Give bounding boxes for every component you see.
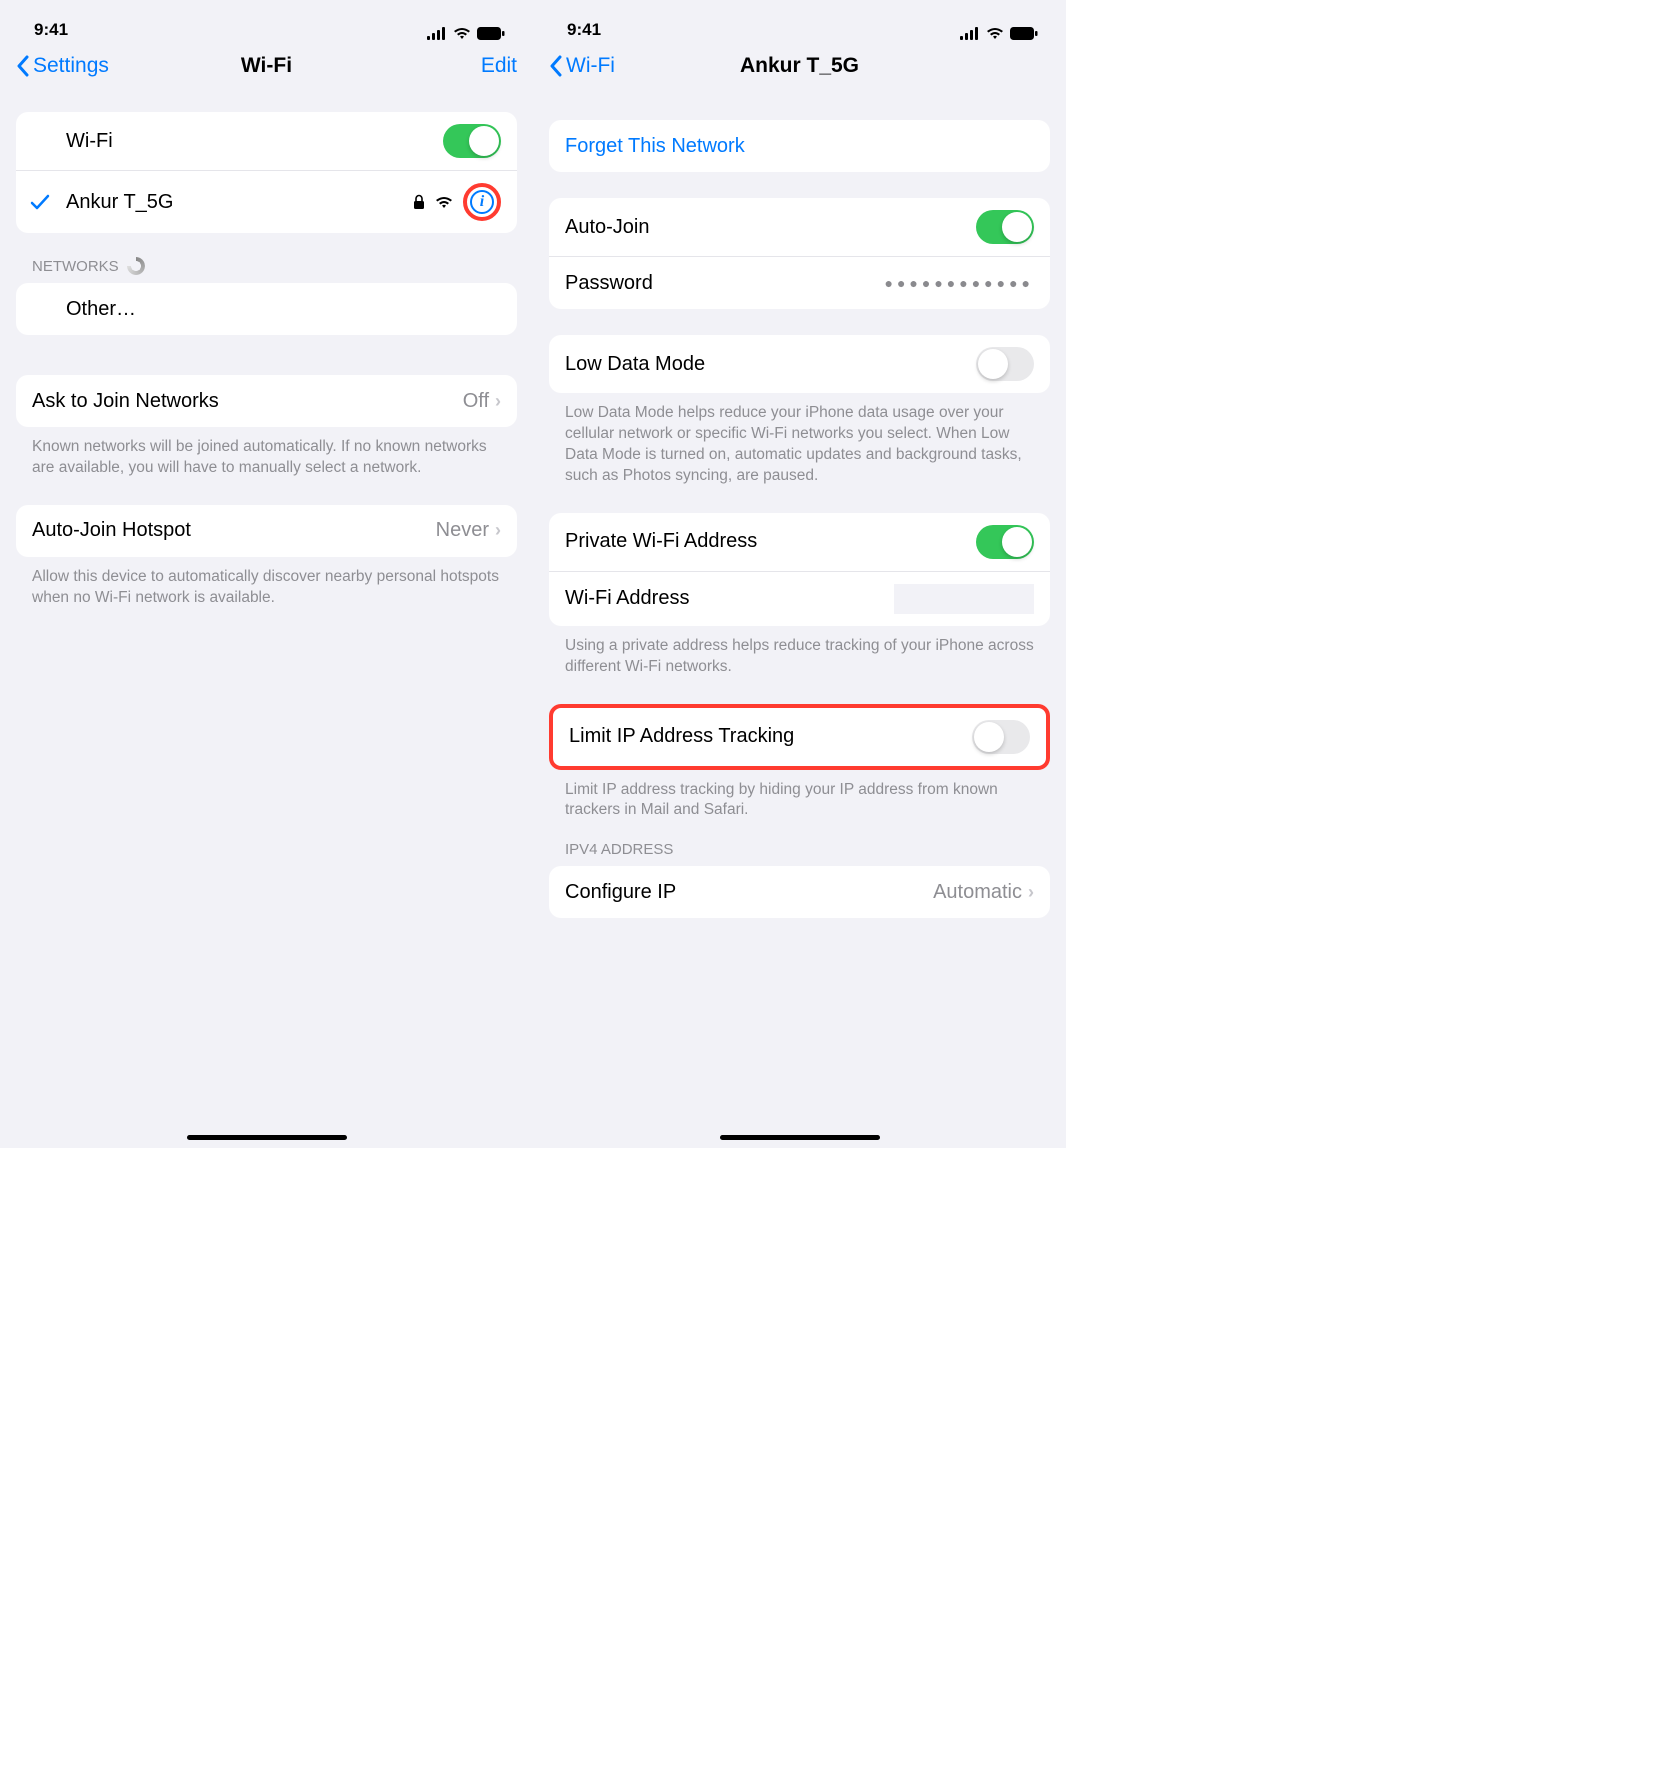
auto-join-label: Auto-Join [565,216,976,239]
private-addr-label: Private Wi-Fi Address [565,530,976,553]
hotspot-label: Auto-Join Hotspot [32,519,436,542]
wifi-addr-row: Wi-Fi Address [549,572,1050,626]
other-label: Other… [32,298,501,321]
wifi-label: Wi-Fi [32,130,443,153]
spinner-icon [127,257,145,275]
network-detail-screen: 9:41 Wi-Fi Ankur T_5G Forget This Networ… [533,0,1066,1148]
ask-join-row[interactable]: Ask to Join Networks Off › [16,375,517,427]
network-name: Ankur T_5G [66,191,413,214]
configure-ip-row[interactable]: Configure IP Automatic › [549,866,1050,918]
low-data-row[interactable]: Low Data Mode [549,335,1050,393]
status-time: 9:41 [567,20,601,40]
hotspot-row[interactable]: Auto-Join Hotspot Never › [16,505,517,557]
auto-join-row[interactable]: Auto-Join [549,198,1050,257]
back-button[interactable]: Wi-Fi [549,54,615,78]
home-indicator[interactable] [187,1135,347,1140]
forget-network-button[interactable]: Forget This Network [549,120,1050,172]
back-label: Wi-Fi [566,54,615,78]
private-addr-toggle[interactable] [976,525,1034,559]
back-label: Settings [33,54,109,78]
join-group: Auto-Join Password ●●●●●●●●●●●● [549,198,1050,309]
chevron-left-icon [16,55,29,77]
cellular-signal-icon [427,27,447,40]
networks-group: Other… [16,283,517,335]
low-data-toggle[interactable] [976,347,1034,381]
limit-ip-footer: Limit IP address tracking by hiding your… [549,770,1050,822]
wifi-signal-icon [435,196,453,209]
password-row[interactable]: Password ●●●●●●●●●●●● [549,257,1050,309]
limit-ip-row[interactable]: Limit IP Address Tracking [553,708,1046,766]
status-icons [427,27,505,40]
configure-ip-value: Automatic [933,881,1022,904]
wifi-icon [453,27,471,40]
chevron-right-icon: › [495,520,501,541]
lock-icon [413,194,425,210]
forget-group: Forget This Network [549,120,1050,172]
ask-join-label: Ask to Join Networks [32,390,463,413]
wifi-settings-screen: 9:41 Settings Wi-Fi Edit Wi-Fi Ankur T_5… [0,0,533,1148]
low-data-footer: Low Data Mode helps reduce your iPhone d… [549,393,1050,487]
back-button[interactable]: Settings [16,54,109,78]
wifi-addr-value-redacted [894,584,1034,614]
status-time: 9:41 [34,20,68,40]
cellular-signal-icon [960,27,980,40]
hotspot-value: Never [436,519,489,542]
ask-join-group: Ask to Join Networks Off › [16,375,517,427]
home-indicator[interactable] [720,1135,880,1140]
nav-bar: Settings Wi-Fi Edit [0,40,533,92]
limit-ip-toggle[interactable] [972,720,1030,754]
private-addr-footer: Using a private address helps reduce tra… [549,626,1050,678]
password-label: Password [565,272,885,295]
ipv4-header: IPV4 ADDRESS [549,821,1050,866]
other-network-row[interactable]: Other… [16,283,517,335]
low-data-label: Low Data Mode [565,353,976,376]
status-bar: 9:41 [533,0,1066,40]
info-button-highlight: i [463,183,501,221]
limit-ip-label: Limit IP Address Tracking [569,725,972,748]
private-addr-row[interactable]: Private Wi-Fi Address [549,513,1050,572]
info-icon[interactable]: i [470,190,494,214]
wifi-addr-label: Wi-Fi Address [565,587,894,610]
hotspot-group: Auto-Join Hotspot Never › [16,505,517,557]
ask-join-value: Off [463,390,489,413]
battery-icon [477,27,505,40]
chevron-right-icon: › [1028,882,1034,903]
forget-label: Forget This Network [565,135,745,158]
wifi-icon [986,27,1004,40]
private-addr-group: Private Wi-Fi Address Wi-Fi Address [549,513,1050,626]
networks-header: NETWORKS [16,233,517,283]
connected-network-row[interactable]: Ankur T_5G i [16,171,517,233]
limit-ip-group-highlight: Limit IP Address Tracking [549,704,1050,770]
auto-join-toggle[interactable] [976,210,1034,244]
status-bar: 9:41 [0,0,533,40]
edit-button[interactable]: Edit [481,54,517,78]
low-data-group: Low Data Mode [549,335,1050,393]
wifi-toggle[interactable] [443,124,501,158]
status-icons [960,27,1038,40]
checkmark-icon [30,193,50,211]
hotspot-footer: Allow this device to automatically disco… [16,557,517,609]
wifi-toggle-row[interactable]: Wi-Fi [16,112,517,171]
wifi-main-group: Wi-Fi Ankur T_5G i [16,112,517,233]
battery-icon [1010,27,1038,40]
password-value: ●●●●●●●●●●●● [885,275,1034,291]
chevron-right-icon: › [495,391,501,412]
chevron-left-icon [549,55,562,77]
ask-join-footer: Known networks will be joined automatica… [16,427,517,479]
configure-ip-label: Configure IP [565,881,933,904]
nav-bar: Wi-Fi Ankur T_5G [533,40,1066,92]
ipv4-group: Configure IP Automatic › [549,866,1050,918]
